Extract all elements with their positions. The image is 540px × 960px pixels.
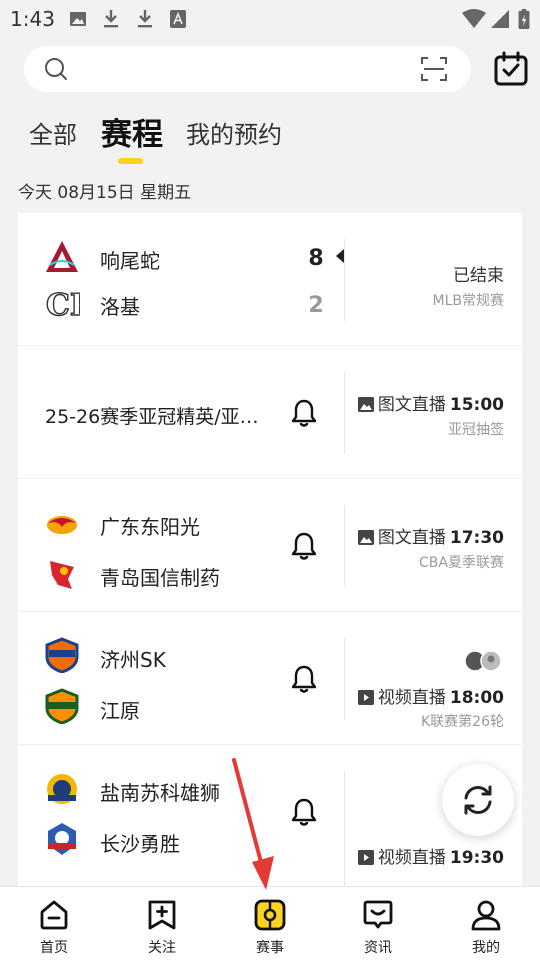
team-score: 2 [308,293,324,318]
home-icon [40,900,68,930]
scan-icon[interactable] [421,56,447,82]
divider [344,505,345,587]
team-name: 响尾蛇 [100,249,160,273]
broadcast-info: 图文直播 17:30 [357,523,504,548]
search-icon [45,58,67,80]
team-name: 广东东阳光 [100,515,200,539]
match-card[interactable]: 响尾蛇 8 CR 洛基 2 已结束 MLB常规赛 [18,213,522,346]
league-name: 亚冠抽签 [448,422,504,438]
calendar-icon[interactable] [493,51,529,87]
broadcast-type: 视频直播 [377,848,446,868]
annotation-arrow [232,758,274,890]
download-notification-icon-2 [138,10,152,28]
league-name: MLB常规赛 [432,293,504,309]
broadcast-type: 视频直播 [377,688,446,708]
date-label: 今天 08月15日 星期五 [18,183,192,203]
video-icon [357,850,374,865]
nav-matches[interactable]: 赛事 [216,887,324,960]
match-card[interactable]: 济州SK 江原 视频直播 18:00 K联赛第26轮 [18,612,522,745]
app-notification-icon [170,10,186,28]
wifi-icon [462,9,486,28]
search-row [0,36,540,106]
team-name: 洛基 [100,295,140,319]
category-tabs: 全部 赛程 我的预约 [0,110,540,170]
match-time: 17:30 [449,528,504,548]
divider [344,372,345,454]
tab-all[interactable]: 全部 [29,110,77,160]
match-status: 已结束 [453,266,504,286]
video-icon [357,690,374,705]
follow-icon [148,900,176,930]
team-name: 盐南苏科雄狮 [100,781,220,805]
match-icon [254,899,286,931]
team-name: 江原 [100,699,140,723]
tab-schedule[interactable]: 赛程 [101,110,163,160]
team-score: 8 [308,246,324,271]
broadcast-type: 图文直播 [377,395,446,415]
tab-my-reservations[interactable]: 我的预约 [186,110,282,160]
status-time: 1:43 [10,7,55,31]
nav-label: 资讯 [364,940,392,956]
bell-icon[interactable] [290,398,318,428]
gangwon-logo [45,688,79,724]
league-name: CBA夏季联赛 [419,555,504,571]
refresh-button[interactable] [442,764,514,836]
nav-label: 首页 [40,940,68,956]
status-bar: 1:43 [0,0,540,36]
team-name: 济州SK [100,648,166,672]
download-notification-icon [104,10,118,28]
team-name: 长沙勇胜 [100,832,180,856]
rockies-logo: CR [45,287,80,321]
nav-news[interactable]: 资讯 [324,887,432,960]
svg-text:CR: CR [46,288,80,321]
nav-label: 赛事 [256,940,284,956]
broadcast-info: 视频直播 18:00 [357,683,504,708]
match-card[interactable]: 广东东阳光 青岛国信制药 图文直播 17:30 CBA夏季联赛 [18,479,522,612]
broadcast-info: 图文直播 15:00 [357,390,504,415]
news-icon [363,900,393,929]
search-input[interactable] [24,46,471,92]
profile-icon [471,900,501,931]
broadcast-type: 图文直播 [377,528,446,548]
viewer-avatars [464,650,502,672]
bell-icon[interactable] [290,797,318,827]
bell-icon[interactable] [290,531,318,561]
image-icon [357,530,374,545]
bell-icon[interactable] [290,664,318,694]
match-card[interactable]: 25-26赛季亚冠精英/亚… 图文直播 15:00 亚冠抽签 [18,346,522,479]
divider [344,638,345,720]
league-name: K联赛第26轮 [421,714,504,730]
nav-home[interactable]: 首页 [0,887,108,960]
event-title: 25-26赛季亚冠精英/亚… [45,406,259,428]
signal-icon [491,10,509,28]
gallery-notification-icon [70,12,86,26]
jeju-sk-logo [45,637,79,673]
winner-indicator-icon [336,249,344,263]
nav-label: 关注 [148,940,176,956]
match-time: 15:00 [449,395,504,415]
team-name: 青岛国信制药 [100,566,220,590]
diamondbacks-logo [46,241,78,272]
image-icon [357,397,374,412]
changsha-logo [48,823,76,855]
nav-profile[interactable]: 我的 [432,887,540,960]
match-time: 18:00 [449,688,504,708]
qingdao-logo [50,561,74,589]
bottom-navigation: 首页 关注 赛事 资讯 我的 [0,886,540,960]
broadcast-info: 视频直播 19:30 [357,843,504,868]
yannan-lions-logo [47,774,77,804]
divider [344,771,345,888]
nav-label: 我的 [472,940,500,956]
match-time: 19:30 [449,848,504,868]
refresh-icon [464,785,492,815]
active-tab-indicator [118,158,143,164]
nav-follow[interactable]: 关注 [108,887,216,960]
divider [344,239,345,321]
battery-icon [518,9,530,29]
guangdong-logo [47,516,77,534]
